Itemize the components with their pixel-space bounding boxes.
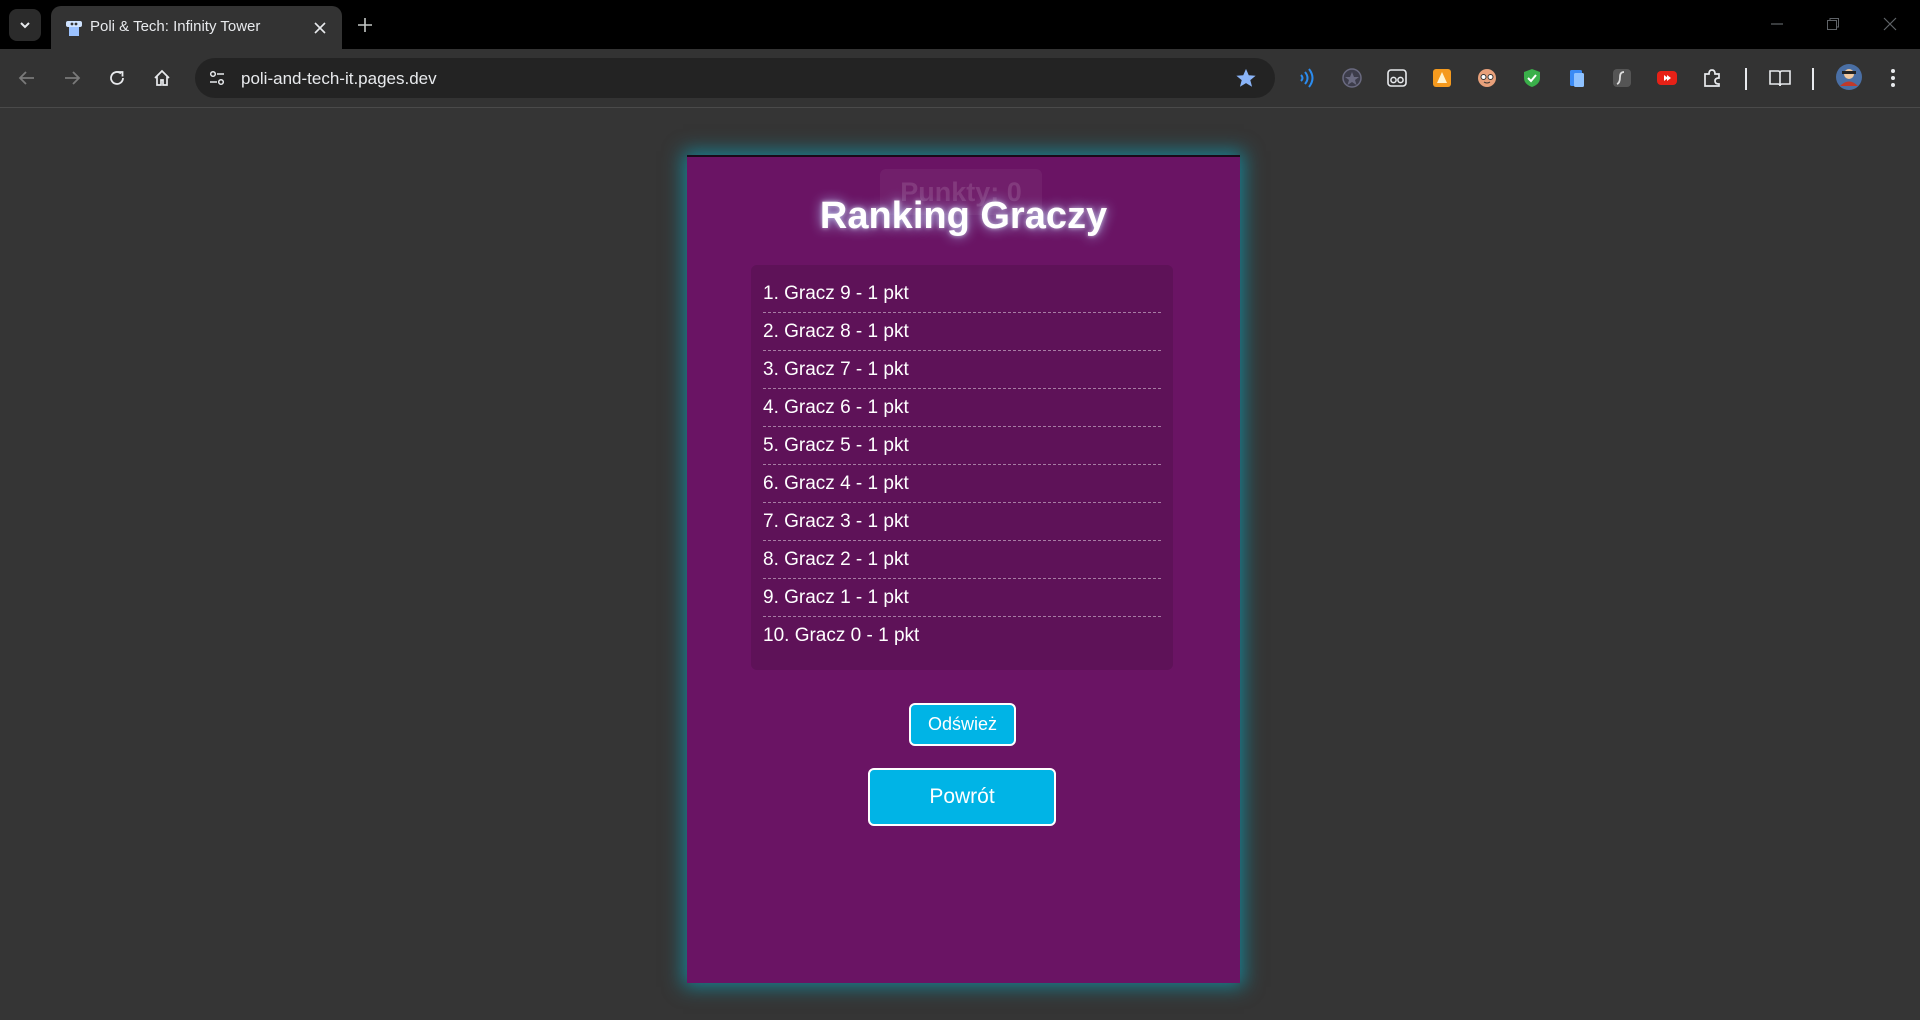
bookmark-star-icon[interactable] xyxy=(1235,67,1257,89)
tab-strip: Poli & Tech: Infinity Tower xyxy=(0,0,1920,49)
dark-circle-extension-icon[interactable] xyxy=(1340,66,1364,90)
ranking-item: 9. Gracz 1 - 1 pkt xyxy=(763,579,1161,617)
browser-toolbar: poli-and-tech-it.pages.dev xyxy=(0,49,1920,108)
youtube-extension-icon[interactable] xyxy=(1655,66,1679,90)
ranking-item: 8. Gracz 2 - 1 pkt xyxy=(763,541,1161,579)
puzzle-extensions-icon[interactable] xyxy=(1700,66,1724,90)
page-title: Ranking Graczy xyxy=(819,195,1108,237)
address-bar[interactable]: poli-and-tech-it.pages.dev xyxy=(195,58,1275,98)
ranking-item: 7. Gracz 3 - 1 pkt xyxy=(763,503,1161,541)
shield-extension-icon[interactable] xyxy=(1520,66,1544,90)
restore-icon[interactable] xyxy=(1821,12,1845,36)
forward-icon[interactable] xyxy=(58,64,86,92)
home-icon[interactable] xyxy=(148,64,176,92)
reload-icon[interactable] xyxy=(103,64,131,92)
close-tab-icon[interactable] xyxy=(310,18,330,38)
site-info-icon[interactable] xyxy=(207,68,227,88)
back-icon[interactable] xyxy=(13,64,41,92)
toolbar-separator xyxy=(1745,68,1747,90)
toolbar-separator xyxy=(1812,68,1814,90)
new-tab-icon[interactable] xyxy=(354,14,376,36)
url-text[interactable]: poli-and-tech-it.pages.dev xyxy=(241,69,437,89)
tab-title: Poli & Tech: Infinity Tower xyxy=(90,18,261,35)
ranking-list: 1. Gracz 9 - 1 pkt 2. Gracz 8 - 1 pkt 3.… xyxy=(751,265,1173,670)
ranking-item: 1. Gracz 9 - 1 pkt xyxy=(763,275,1161,313)
script-extension-icon[interactable] xyxy=(1610,66,1634,90)
tower-favicon-icon xyxy=(66,21,82,36)
minimize-icon[interactable] xyxy=(1765,12,1789,36)
reading-list-icon[interactable] xyxy=(1768,66,1792,90)
game-panel: Punkty: 0 Ranking Graczy 1. Gracz 9 - 1 … xyxy=(687,155,1240,983)
tab-search-button[interactable] xyxy=(9,9,41,41)
ranking-item: 5. Gracz 5 - 1 pkt xyxy=(763,427,1161,465)
chevron-down-icon xyxy=(20,22,30,29)
ranking-item: 6. Gracz 4 - 1 pkt xyxy=(763,465,1161,503)
ranking-item: 3. Gracz 7 - 1 pkt xyxy=(763,351,1161,389)
close-window-icon[interactable] xyxy=(1878,12,1902,36)
active-tab[interactable]: Poli & Tech: Infinity Tower xyxy=(51,6,342,49)
refresh-button[interactable]: Odśwież xyxy=(909,703,1016,746)
menu-kebab-icon[interactable] xyxy=(1881,66,1905,90)
face-extension-icon[interactable] xyxy=(1475,66,1499,90)
ranking-item: 10. Gracz 0 - 1 pkt xyxy=(763,625,920,646)
document-extension-icon[interactable] xyxy=(1565,66,1589,90)
read-aloud-extension-icon[interactable] xyxy=(1295,66,1319,90)
ranking-item: 2. Gracz 8 - 1 pkt xyxy=(763,313,1161,351)
ranking-item: 4. Gracz 6 - 1 pkt xyxy=(763,389,1161,427)
orange-extension-icon[interactable] xyxy=(1430,66,1454,90)
glasses-extension-icon[interactable] xyxy=(1385,66,1409,90)
profile-avatar[interactable] xyxy=(1835,63,1863,91)
back-button[interactable]: Powrót xyxy=(868,768,1056,826)
